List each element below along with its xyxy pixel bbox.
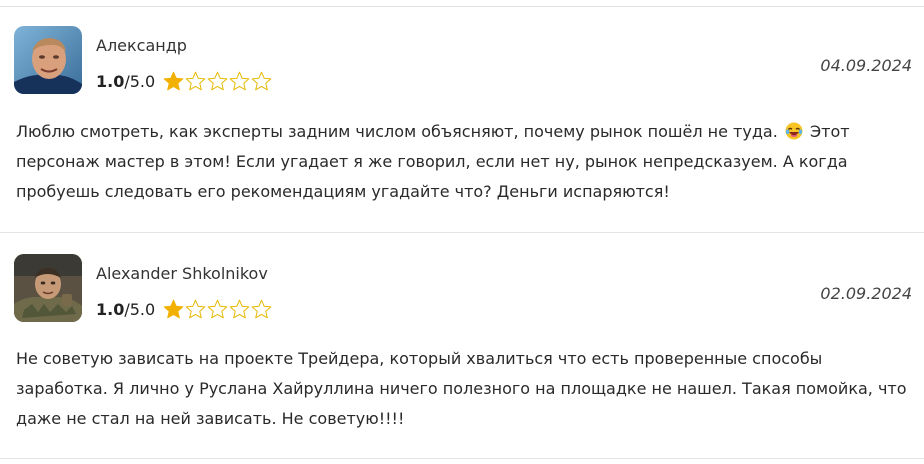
star-empty-icon [251, 299, 272, 319]
star-empty-icon [229, 299, 250, 319]
review-text-part: Люблю смотреть, как эксперты задним числ… [16, 122, 778, 141]
star-empty-icon [185, 299, 206, 319]
rating-max: /5.0 [124, 300, 156, 319]
star-filled-icon [163, 299, 184, 319]
star-empty-icon [251, 71, 272, 91]
avatar [14, 254, 82, 322]
avatar [14, 26, 82, 94]
author-name: Alexander Shkolnikov [96, 264, 268, 283]
rating-max: /5.0 [124, 72, 156, 91]
author-name: Александр [96, 36, 187, 55]
star-rating [163, 299, 272, 320]
review-date: 04.09.2024 [820, 56, 912, 75]
rating: 1.0/5.0 [96, 71, 272, 92]
rating-value: 1.0 [96, 300, 125, 319]
divider [0, 232, 924, 233]
laughing-face-icon [785, 122, 803, 140]
review-text: Люблю смотреть, как эксперты задним числ… [16, 117, 916, 207]
rating: 1.0/5.0 [96, 299, 272, 320]
star-empty-icon [207, 299, 228, 319]
divider [0, 458, 924, 459]
star-empty-icon [185, 71, 206, 91]
star-rating [163, 71, 272, 92]
star-filled-icon [163, 71, 184, 91]
review-text: Не советую зависать на проекте Трейдера,… [16, 349, 907, 428]
rating-value: 1.0 [96, 72, 125, 91]
star-empty-icon [229, 71, 250, 91]
review-date: 02.09.2024 [820, 284, 912, 303]
star-empty-icon [207, 71, 228, 91]
divider [0, 6, 924, 7]
